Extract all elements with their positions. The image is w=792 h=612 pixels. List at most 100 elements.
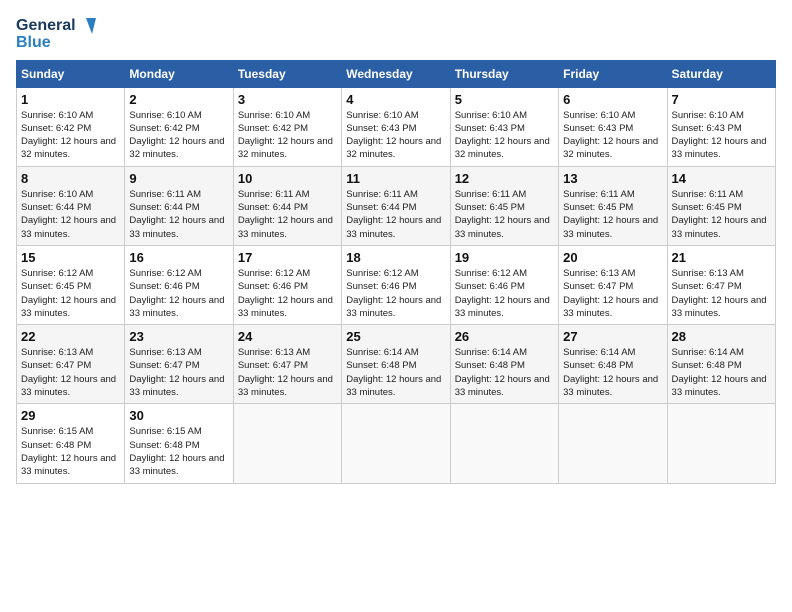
day-info: Sunrise: 6:10 AM Sunset: 6:43 PM Dayligh… [563,109,662,162]
day-number: 13 [563,171,662,186]
table-cell: 8 Sunrise: 6:10 AM Sunset: 6:44 PM Dayli… [17,166,125,245]
day-number: 2 [129,92,228,107]
table-cell: 2 Sunrise: 6:10 AM Sunset: 6:42 PM Dayli… [125,87,233,166]
table-cell: 15 Sunrise: 6:12 AM Sunset: 6:45 PM Dayl… [17,245,125,324]
table-cell: 6 Sunrise: 6:10 AM Sunset: 6:43 PM Dayli… [559,87,667,166]
day-info: Sunrise: 6:15 AM Sunset: 6:48 PM Dayligh… [129,425,228,478]
table-cell [559,404,667,483]
day-number: 23 [129,329,228,344]
table-cell: 14 Sunrise: 6:11 AM Sunset: 6:45 PM Dayl… [667,166,775,245]
day-info: Sunrise: 6:12 AM Sunset: 6:46 PM Dayligh… [346,267,445,320]
header-sunday: Sunday [17,60,125,87]
day-info: Sunrise: 6:12 AM Sunset: 6:46 PM Dayligh… [129,267,228,320]
table-cell: 26 Sunrise: 6:14 AM Sunset: 6:48 PM Dayl… [450,325,558,404]
day-number: 4 [346,92,445,107]
table-cell: 23 Sunrise: 6:13 AM Sunset: 6:47 PM Dayl… [125,325,233,404]
table-cell: 1 Sunrise: 6:10 AM Sunset: 6:42 PM Dayli… [17,87,125,166]
calendar-table: SundayMondayTuesdayWednesdayThursdayFrid… [16,60,776,484]
day-number: 25 [346,329,445,344]
table-cell: 22 Sunrise: 6:13 AM Sunset: 6:47 PM Dayl… [17,325,125,404]
header-saturday: Saturday [667,60,775,87]
day-number: 26 [455,329,554,344]
day-number: 7 [672,92,771,107]
day-number: 15 [21,250,120,265]
day-info: Sunrise: 6:12 AM Sunset: 6:46 PM Dayligh… [455,267,554,320]
day-info: Sunrise: 6:10 AM Sunset: 6:42 PM Dayligh… [238,109,337,162]
logo-general: General [16,17,76,35]
day-number: 28 [672,329,771,344]
day-number: 16 [129,250,228,265]
day-info: Sunrise: 6:14 AM Sunset: 6:48 PM Dayligh… [346,346,445,399]
table-cell: 19 Sunrise: 6:12 AM Sunset: 6:46 PM Dayl… [450,245,558,324]
day-number: 24 [238,329,337,344]
table-cell: 9 Sunrise: 6:11 AM Sunset: 6:44 PM Dayli… [125,166,233,245]
day-number: 9 [129,171,228,186]
logo-chevron-icon [78,16,98,36]
header: General Blue [16,16,776,52]
day-number: 21 [672,250,771,265]
header-thursday: Thursday [450,60,558,87]
day-info: Sunrise: 6:13 AM Sunset: 6:47 PM Dayligh… [21,346,120,399]
day-info: Sunrise: 6:13 AM Sunset: 6:47 PM Dayligh… [672,267,771,320]
day-info: Sunrise: 6:10 AM Sunset: 6:43 PM Dayligh… [672,109,771,162]
table-cell: 11 Sunrise: 6:11 AM Sunset: 6:44 PM Dayl… [342,166,450,245]
table-cell: 27 Sunrise: 6:14 AM Sunset: 6:48 PM Dayl… [559,325,667,404]
day-number: 30 [129,408,228,423]
table-cell: 17 Sunrise: 6:12 AM Sunset: 6:46 PM Dayl… [233,245,341,324]
day-number: 12 [455,171,554,186]
day-info: Sunrise: 6:11 AM Sunset: 6:45 PM Dayligh… [455,188,554,241]
table-cell: 16 Sunrise: 6:12 AM Sunset: 6:46 PM Dayl… [125,245,233,324]
day-number: 8 [21,171,120,186]
week-row-4: 22 Sunrise: 6:13 AM Sunset: 6:47 PM Dayl… [17,325,776,404]
table-cell: 20 Sunrise: 6:13 AM Sunset: 6:47 PM Dayl… [559,245,667,324]
day-number: 14 [672,171,771,186]
table-cell [667,404,775,483]
table-cell: 13 Sunrise: 6:11 AM Sunset: 6:45 PM Dayl… [559,166,667,245]
logo-blue: Blue [16,34,51,52]
table-cell: 25 Sunrise: 6:14 AM Sunset: 6:48 PM Dayl… [342,325,450,404]
day-info: Sunrise: 6:11 AM Sunset: 6:44 PM Dayligh… [346,188,445,241]
day-number: 5 [455,92,554,107]
table-cell: 7 Sunrise: 6:10 AM Sunset: 6:43 PM Dayli… [667,87,775,166]
day-info: Sunrise: 6:11 AM Sunset: 6:44 PM Dayligh… [238,188,337,241]
day-number: 3 [238,92,337,107]
day-info: Sunrise: 6:10 AM Sunset: 6:42 PM Dayligh… [21,109,120,162]
header-friday: Friday [559,60,667,87]
day-info: Sunrise: 6:11 AM Sunset: 6:45 PM Dayligh… [672,188,771,241]
table-cell: 18 Sunrise: 6:12 AM Sunset: 6:46 PM Dayl… [342,245,450,324]
table-cell [450,404,558,483]
table-cell: 4 Sunrise: 6:10 AM Sunset: 6:43 PM Dayli… [342,87,450,166]
day-info: Sunrise: 6:14 AM Sunset: 6:48 PM Dayligh… [563,346,662,399]
logo: General Blue [16,16,98,52]
day-number: 19 [455,250,554,265]
day-number: 29 [21,408,120,423]
week-row-2: 8 Sunrise: 6:10 AM Sunset: 6:44 PM Dayli… [17,166,776,245]
table-cell: 3 Sunrise: 6:10 AM Sunset: 6:42 PM Dayli… [233,87,341,166]
table-cell: 29 Sunrise: 6:15 AM Sunset: 6:48 PM Dayl… [17,404,125,483]
day-info: Sunrise: 6:12 AM Sunset: 6:46 PM Dayligh… [238,267,337,320]
table-cell: 12 Sunrise: 6:11 AM Sunset: 6:45 PM Dayl… [450,166,558,245]
week-row-3: 15 Sunrise: 6:12 AM Sunset: 6:45 PM Dayl… [17,245,776,324]
week-row-1: 1 Sunrise: 6:10 AM Sunset: 6:42 PM Dayli… [17,87,776,166]
day-info: Sunrise: 6:14 AM Sunset: 6:48 PM Dayligh… [672,346,771,399]
day-info: Sunrise: 6:15 AM Sunset: 6:48 PM Dayligh… [21,425,120,478]
day-info: Sunrise: 6:12 AM Sunset: 6:45 PM Dayligh… [21,267,120,320]
table-cell: 24 Sunrise: 6:13 AM Sunset: 6:47 PM Dayl… [233,325,341,404]
header-monday: Monday [125,60,233,87]
day-info: Sunrise: 6:13 AM Sunset: 6:47 PM Dayligh… [238,346,337,399]
day-info: Sunrise: 6:10 AM Sunset: 6:43 PM Dayligh… [346,109,445,162]
table-cell: 10 Sunrise: 6:11 AM Sunset: 6:44 PM Dayl… [233,166,341,245]
table-cell [233,404,341,483]
day-number: 27 [563,329,662,344]
table-cell: 30 Sunrise: 6:15 AM Sunset: 6:48 PM Dayl… [125,404,233,483]
day-number: 1 [21,92,120,107]
day-info: Sunrise: 6:10 AM Sunset: 6:44 PM Dayligh… [21,188,120,241]
day-number: 10 [238,171,337,186]
day-info: Sunrise: 6:10 AM Sunset: 6:43 PM Dayligh… [455,109,554,162]
header-tuesday: Tuesday [233,60,341,87]
day-number: 17 [238,250,337,265]
day-info: Sunrise: 6:13 AM Sunset: 6:47 PM Dayligh… [563,267,662,320]
day-number: 20 [563,250,662,265]
day-info: Sunrise: 6:11 AM Sunset: 6:44 PM Dayligh… [129,188,228,241]
day-info: Sunrise: 6:13 AM Sunset: 6:47 PM Dayligh… [129,346,228,399]
